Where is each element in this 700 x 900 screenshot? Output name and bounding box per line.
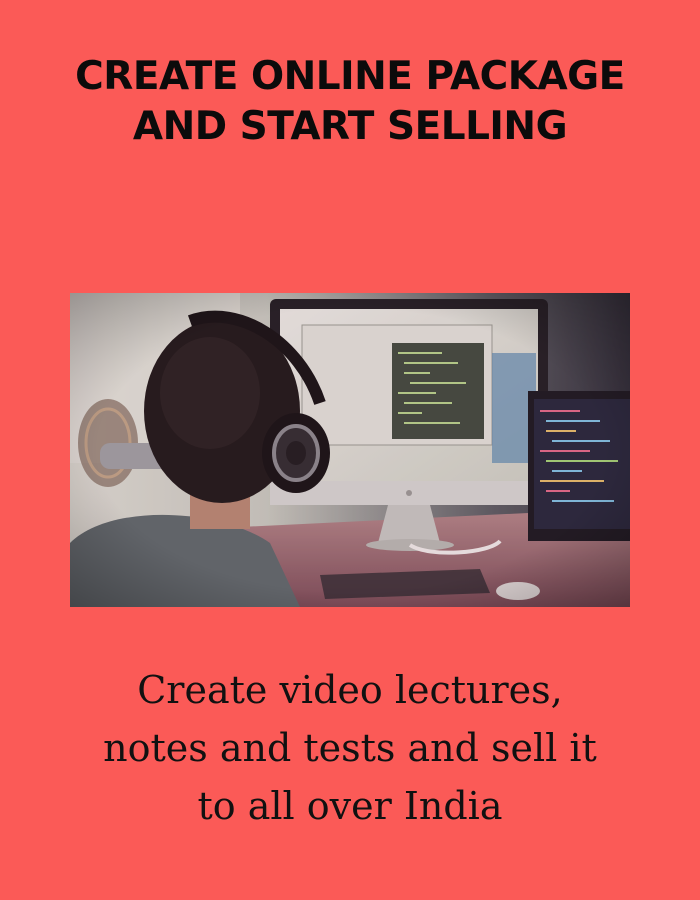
tagline: Create video lectures, notes and tests a… <box>0 661 700 835</box>
tagline-line-3: to all over India <box>197 784 503 828</box>
headline-line-1: CREATE ONLINE PACKAGE <box>75 54 625 99</box>
tagline-line-2: notes and tests and sell it <box>103 726 597 770</box>
headline: CREATE ONLINE PACKAGE AND START SELLING <box>0 52 700 152</box>
developer-photo <box>70 293 630 607</box>
tagline-line-1: Create video lectures, <box>137 668 563 712</box>
headline-line-2: AND START SELLING <box>132 104 568 149</box>
